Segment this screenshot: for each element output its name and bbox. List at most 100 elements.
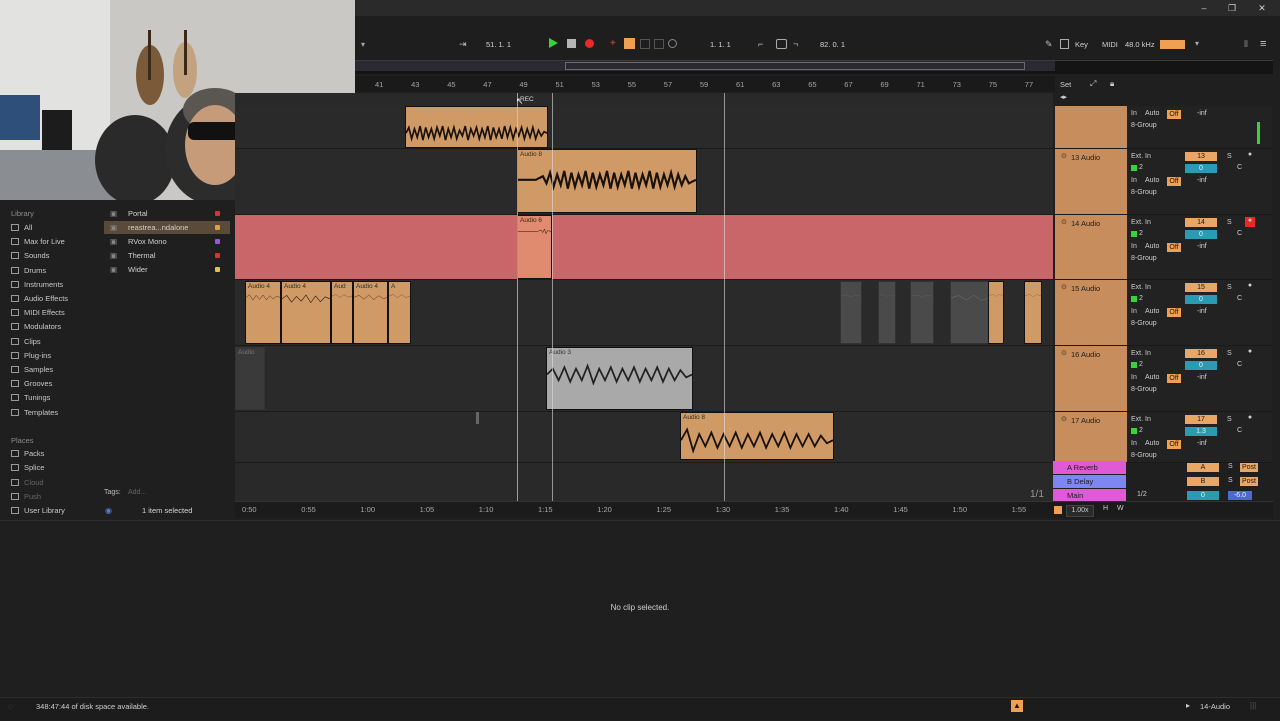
audio-clip-4[interactable]: A <box>388 281 411 344</box>
audio-clip-8[interactable]: Audio 8 <box>680 412 834 460</box>
monitor-in-button[interactable]: In <box>1131 110 1137 117</box>
place-item-packs[interactable]: Packs <box>11 448 44 460</box>
zoom-icon[interactable] <box>1054 506 1062 514</box>
fold-icon[interactable]: ⊙ <box>1061 283 1067 291</box>
zoom-field[interactable]: 1.00x <box>1066 505 1094 517</box>
track-number-button[interactable]: 17 <box>1185 415 1217 424</box>
audio-clip-6[interactable]: Audio 6 <box>517 215 552 279</box>
audio-clip[interactable] <box>1024 281 1042 344</box>
monitor-auto-button[interactable]: Auto <box>1145 374 1159 381</box>
capture-icon[interactable] <box>654 39 664 49</box>
output-select[interactable]: 8-Group <box>1131 320 1157 327</box>
main-send[interactable]: 0 <box>1187 491 1219 500</box>
midi-map-button[interactable]: MIDI <box>1102 40 1118 49</box>
solo-button[interactable]: S <box>1227 416 1232 423</box>
input-channel[interactable]: 2 <box>1139 427 1143 434</box>
minimize-icon[interactable]: – <box>1192 0 1216 16</box>
punch-out-icon[interactable]: ¬ <box>793 39 798 49</box>
track-lane[interactable] <box>235 106 1053 149</box>
pan-knob[interactable]: C <box>1237 230 1242 237</box>
track-number-button[interactable]: 16 <box>1185 349 1217 358</box>
w-button[interactable]: W <box>1117 505 1124 512</box>
input-channel[interactable]: 2 <box>1139 230 1143 237</box>
track-number-button[interactable]: 13 <box>1185 152 1217 161</box>
volume-readout[interactable]: -inf <box>1197 243 1207 250</box>
volume-readout[interactable]: -inf <box>1197 374 1207 381</box>
track-header[interactable]: ⊙ 13 Audio <box>1055 149 1127 215</box>
audio-clip[interactable] <box>405 106 548 148</box>
library-item-templates[interactable]: Templates <box>11 407 58 419</box>
menu-icon[interactable]: ≡ <box>1260 38 1266 50</box>
track-number-button[interactable]: 15 <box>1185 283 1217 292</box>
library-item-midi-effects[interactable]: MIDI Effects <box>11 307 65 319</box>
audio-clip-deactivated[interactable] <box>840 281 862 344</box>
monitor-off-button[interactable]: Off <box>1167 243 1181 252</box>
main-input[interactable]: 1/2 <box>1137 491 1147 498</box>
output-select[interactable]: 8-Group <box>1131 189 1157 196</box>
library-item-tunings[interactable]: Tunings <box>11 392 50 404</box>
solo-button[interactable]: S <box>1227 219 1232 226</box>
return-letter[interactable]: B <box>1187 477 1219 486</box>
track-header[interactable]: ⊙ 14 Audio <box>1055 215 1127 280</box>
audio-clip-3[interactable]: Audio 3 <box>546 347 693 410</box>
monitor-in-button[interactable]: In <box>1131 243 1137 250</box>
arm-button[interactable]: ● <box>1245 217 1255 227</box>
monitor-off-button[interactable]: Off <box>1167 374 1181 383</box>
monitor-in-button[interactable]: In <box>1131 374 1137 381</box>
audio-clip-deactivated[interactable] <box>950 281 990 344</box>
volume-readout[interactable]: -inf <box>1197 308 1207 315</box>
audio-clip-4[interactable]: Aud <box>331 281 353 344</box>
draw-mode-icon[interactable]: ✎ <box>1045 39 1053 50</box>
track-header[interactable] <box>1055 106 1127 149</box>
punch-in-icon[interactable]: ⌐ <box>758 39 763 49</box>
monitor-auto-button[interactable]: Auto <box>1145 110 1159 117</box>
warning-icon[interactable]: ▲ <box>1011 700 1023 712</box>
solo-button[interactable]: S <box>1228 477 1233 484</box>
browser-folder[interactable]: ▣ Wider <box>104 263 230 276</box>
record-button[interactable] <box>585 39 594 48</box>
input-type-select[interactable]: Ext. In <box>1131 219 1151 226</box>
monitor-auto-button[interactable]: Auto <box>1145 177 1159 184</box>
fold-icon[interactable]: ⊙ <box>1061 152 1067 160</box>
restore-icon[interactable]: ❐ <box>1220 0 1244 16</box>
overview-viewport[interactable] <box>565 62 1025 70</box>
send-level[interactable]: 0 <box>1185 230 1217 239</box>
info-icon[interactable]: ◌ <box>8 702 13 711</box>
return-track[interactable]: B Delay <box>1053 475 1126 488</box>
session-record-icon[interactable] <box>668 39 677 48</box>
fade-handle[interactable] <box>476 412 479 424</box>
solo-button[interactable]: S <box>1227 350 1232 357</box>
output-select[interactable]: 8-Group <box>1131 386 1157 393</box>
overdub-icon[interactable]: + <box>610 38 616 49</box>
post-button[interactable]: Post <box>1240 463 1258 472</box>
library-item-all[interactable]: All <box>11 222 32 234</box>
solo-button[interactable]: S <box>1227 284 1232 291</box>
audio-clip-deactivated[interactable]: Audio <box>235 347 265 410</box>
return-letter[interactable]: A <box>1187 463 1219 472</box>
monitor-auto-button[interactable]: Auto <box>1145 440 1159 447</box>
audio-clip-4[interactable]: Audio 4 <box>281 281 331 344</box>
place-item-push[interactable]: Push <box>11 491 41 503</box>
fold-icon[interactable]: ⊙ <box>1061 218 1067 226</box>
send-level[interactable]: 0 <box>1185 295 1217 304</box>
input-channel[interactable]: 2 <box>1139 295 1143 302</box>
input-type-select[interactable]: Ext. In <box>1131 416 1151 423</box>
input-channel[interactable]: 2 <box>1139 164 1143 171</box>
lock-icon[interactable]: 🔒︎ <box>1110 79 1114 89</box>
audio-clip-4[interactable]: Audio 4 <box>353 281 388 344</box>
track-number-button[interactable]: 14 <box>1185 218 1217 227</box>
automation-arm-button[interactable] <box>624 38 635 49</box>
follow-icon[interactable]: ⇥ <box>459 39 467 50</box>
arm-button[interactable]: ● <box>1245 151 1255 161</box>
monitor-auto-button[interactable]: Auto <box>1145 308 1159 315</box>
chevron-down-icon[interactable]: ▾ <box>361 40 365 49</box>
audio-clip-deactivated[interactable] <box>910 281 934 344</box>
output-select[interactable]: 8-Group <box>1131 255 1157 262</box>
play-small-icon[interactable]: ▸ <box>1186 701 1190 710</box>
close-icon[interactable]: ✕ <box>1250 0 1274 16</box>
audio-clip-8[interactable]: Audio 8 <box>517 149 697 213</box>
monitor-off-button[interactable]: Off <box>1167 440 1181 449</box>
loop-length[interactable]: 82. 0. 1 <box>820 40 845 49</box>
track-lane[interactable] <box>235 412 1053 463</box>
track-header[interactable]: ⊙ 16 Audio <box>1055 346 1127 412</box>
